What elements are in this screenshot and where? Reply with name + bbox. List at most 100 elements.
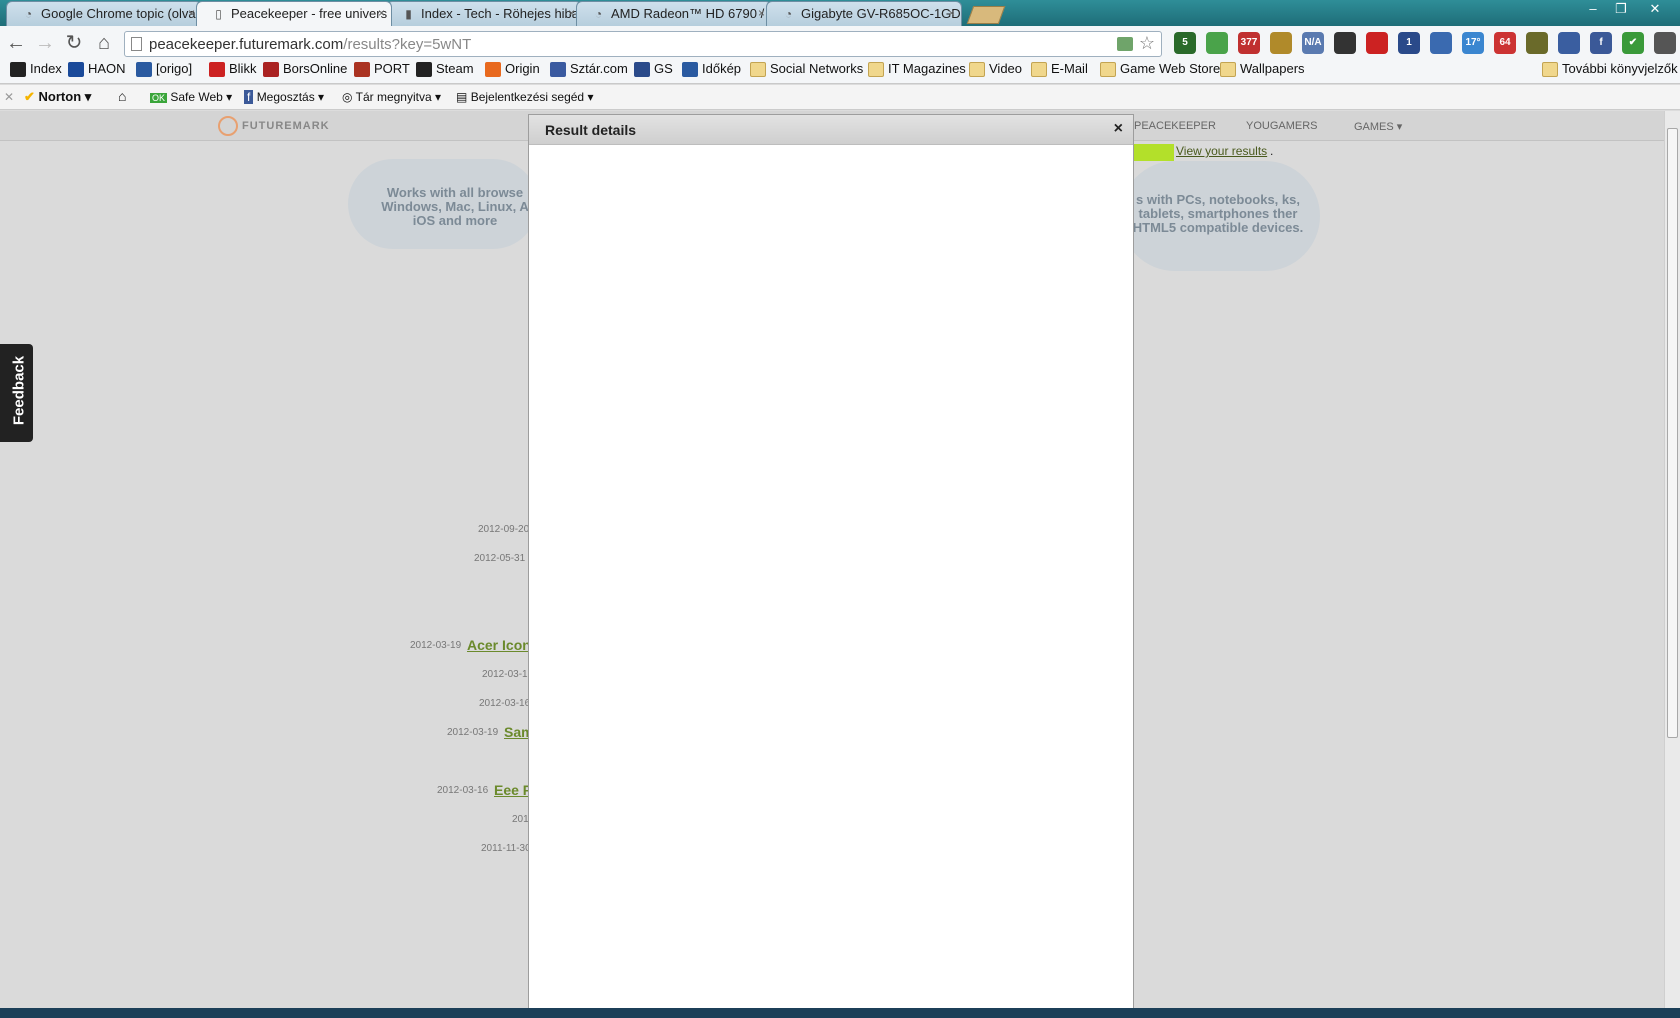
bookmark-label: Blikk <box>229 61 257 76</box>
view-results-link[interactable]: View your results <box>1176 144 1267 158</box>
bookmark-label: PORT <box>374 61 410 76</box>
url-path: /results?key=5wNT <box>343 36 472 53</box>
other-bookmarks[interactable]: További könyvjelzők <box>1542 61 1678 79</box>
norton-check-icon: ✔ <box>24 89 35 104</box>
gmail-64-icon[interactable]: 64 <box>1494 32 1516 54</box>
bookmark-label: Video <box>989 61 1023 76</box>
nav-peacekeeper[interactable]: PEACEKEEPER <box>1134 120 1216 132</box>
folder-icon <box>1220 62 1236 77</box>
index-icon <box>10 62 26 77</box>
address-bar[interactable]: peacekeeper.futuremark.com/results?key=5… <box>124 31 1162 57</box>
bookmark-label: Időkép <box>702 61 742 76</box>
bookmark-blikk[interactable]: Blikk <box>209 61 256 79</box>
nav-games[interactable]: GAMES ▾ <box>1354 120 1402 133</box>
port-icon <box>354 62 370 77</box>
checkmark-icon[interactable]: ✔ <box>1622 32 1644 54</box>
tab-google-chrome-topic[interactable]: ◔ Google Chrome topic (olva × <box>6 1 202 26</box>
bookmark-gs[interactable]: GS <box>634 61 673 79</box>
tab-gigabyte[interactable]: ◔ Gigabyte GV-R685OC-1GD × <box>766 1 962 26</box>
bookmark-port[interactable]: PORT <box>354 61 410 79</box>
browser-toolbar: ← → ↻ ⌂ peacekeeper.futuremark.com/resul… <box>0 26 1680 84</box>
refresh-green-icon[interactable] <box>1206 32 1228 54</box>
feed-1-icon[interactable]: 1 <box>1398 32 1420 54</box>
login-assistant-menu[interactable]: ▤ Bejelentkezési segéd ▾ <box>456 90 593 104</box>
tab-close-icon[interactable]: × <box>568 6 575 20</box>
futuremark-logo[interactable]: FUTUREMARK <box>218 116 330 136</box>
tab-close-icon[interactable]: × <box>188 6 195 20</box>
windows-taskbar <box>0 1008 1680 1018</box>
vault-menu[interactable]: ◎ Tár megnyitva ▾ <box>342 90 441 104</box>
close-icon[interactable]: × <box>1114 120 1123 138</box>
bookmark-borsonline[interactable]: BorsOnline <box>263 61 347 79</box>
back-arrow-icon[interactable]: ← <box>2 30 30 56</box>
weather-17-icon[interactable]: 17° <box>1462 32 1484 54</box>
tab-close-icon[interactable]: × <box>758 6 765 20</box>
feedback-tab[interactable]: Feedback <box>0 344 33 442</box>
stop-icon[interactable] <box>1366 32 1388 54</box>
facebook-icon[interactable]: f <box>1590 32 1612 54</box>
result-date: 201 <box>512 814 529 825</box>
close-toolbar-icon[interactable]: ✕ <box>4 90 14 104</box>
result-details-dialog: Result details × <box>528 114 1134 1010</box>
puzzle-icon[interactable] <box>1430 32 1452 54</box>
bors-icon <box>263 62 279 77</box>
bookmark-e-mail[interactable]: E-Mail <box>1031 61 1088 79</box>
tab-close-icon[interactable]: × <box>948 6 955 20</box>
restore-button[interactable]: ❐ <box>1608 0 1634 18</box>
tab-peacekeeper[interactable]: ▯ Peacekeeper - free univers × <box>196 1 392 26</box>
s-icon[interactable] <box>1334 32 1356 54</box>
safe-web-menu[interactable]: OK Safe Web ▾ <box>150 90 232 104</box>
dialog-header: Result details × <box>529 115 1133 145</box>
result-date: 2012-03-16 <box>437 785 489 796</box>
home-icon[interactable]: ⌂ <box>118 88 126 104</box>
camera-icon[interactable] <box>1270 32 1292 54</box>
bookmark-game-web-store[interactable]: Game Web Store <box>1100 61 1220 79</box>
green-marker <box>1132 144 1174 161</box>
bookmark-id-k-p[interactable]: Időkép <box>682 61 741 79</box>
bookmark-index[interactable]: Index <box>10 61 62 79</box>
translate-icon[interactable] <box>1117 37 1133 51</box>
forward-arrow-icon[interactable]: → <box>31 30 59 56</box>
reload-icon[interactable]: ↻ <box>60 30 88 56</box>
bookmark-video[interactable]: Video <box>969 61 1022 79</box>
tab-close-icon[interactable]: × <box>378 6 385 20</box>
bookmark-wallpapers[interactable]: Wallpapers <box>1220 61 1305 79</box>
close-window-button[interactable]: ✕ <box>1642 0 1668 18</box>
nav-yougamers[interactable]: YOUGAMERS <box>1246 120 1318 132</box>
page-scrollbar[interactable] <box>1664 111 1680 1008</box>
index-icon: ▮ <box>405 7 412 21</box>
bookmark-label: Origin <box>505 61 540 76</box>
result-link-acer[interactable]: Acer Icon <box>467 637 531 653</box>
bookmark-star-icon[interactable]: ☆ <box>1139 33 1155 54</box>
bookmark-szt-r-com[interactable]: Sztár.com <box>550 61 628 79</box>
bookmark-steam[interactable]: Steam <box>416 61 474 79</box>
new-tab-button[interactable] <box>966 6 1006 24</box>
bookmark-label: Sztár.com <box>570 61 628 76</box>
share-menu[interactable]: f Megosztás ▾ <box>244 90 324 104</box>
minimize-button[interactable]: – <box>1580 0 1606 18</box>
bookmark-social-networks[interactable]: Social Networks <box>750 61 863 79</box>
idokep-icon <box>682 62 698 77</box>
result-date: 2012-03-19 <box>410 640 462 651</box>
bookmark-haon[interactable]: HAON <box>68 61 126 79</box>
futuremark-logo-icon <box>218 116 238 136</box>
bookmark-star-icon[interactable] <box>1558 32 1580 54</box>
wrench-icon[interactable] <box>1654 32 1676 54</box>
bookmark--origo-[interactable]: [origo] <box>136 61 192 79</box>
check-gauge-icon[interactable] <box>1526 32 1548 54</box>
mail-377-icon[interactable]: 377 <box>1238 32 1260 54</box>
abp-icon[interactable]: 5 <box>1174 32 1196 54</box>
bookmark-label: E-Mail <box>1051 61 1088 76</box>
cloud-right-text: s with PCs, notebooks, ks, tablets, smar… <box>1132 192 1304 235</box>
folder-icon <box>1542 62 1558 77</box>
tab-amd-radeon[interactable]: ◔ AMD Radeon™ HD 6790 / 6 × <box>576 1 772 26</box>
scrollbar-thumb[interactable] <box>1667 128 1678 738</box>
norton-menu[interactable]: ✔ Norton ▾ <box>24 89 91 105</box>
na-icon[interactable]: N/A <box>1302 32 1324 54</box>
bookmark-origin[interactable]: Origin <box>485 61 540 79</box>
result-date: 2012-09-20 <box>478 524 530 535</box>
bookmark-it-magazines[interactable]: IT Magazines <box>868 61 966 79</box>
result-link-eee[interactable]: Eee P <box>494 782 532 798</box>
tab-index-tech[interactable]: ▮ Index - Tech - Röhejes hiba × <box>386 1 582 26</box>
home-icon[interactable]: ⌂ <box>90 30 118 56</box>
